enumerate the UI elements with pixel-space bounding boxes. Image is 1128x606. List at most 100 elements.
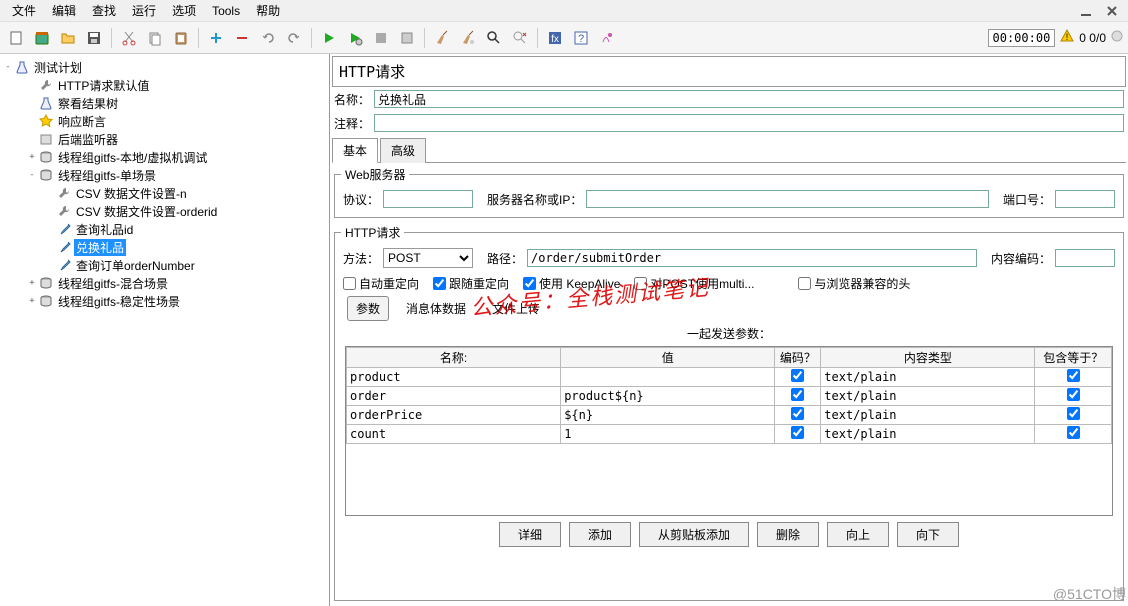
- browser-headers-check[interactable]: 与浏览器兼容的头: [798, 275, 910, 292]
- param-tab-params[interactable]: 参数: [347, 296, 389, 321]
- tree-node-6[interactable]: CSV 数据文件设置-n: [2, 184, 327, 202]
- tab-basic[interactable]: 基本: [332, 138, 378, 163]
- menu-edit[interactable]: 编辑: [44, 0, 84, 21]
- col-header[interactable]: 内容类型: [821, 348, 1035, 368]
- cell-ctype[interactable]: text/plain: [821, 425, 1035, 444]
- cell-equals[interactable]: [1035, 425, 1112, 444]
- open-icon[interactable]: [56, 26, 80, 50]
- follow-redirect-check[interactable]: 跟随重定向: [433, 275, 509, 292]
- tree-node-4[interactable]: + 线程组gitfs-本地/虚拟机调试: [2, 148, 327, 166]
- tree-node-7[interactable]: CSV 数据文件设置-orderid: [2, 202, 327, 220]
- cell-value[interactable]: ${n}: [561, 406, 775, 425]
- tree-toggle-icon[interactable]: +: [26, 152, 38, 162]
- add-clipboard-button[interactable]: 从剪贴板添加: [639, 522, 749, 547]
- cell-value[interactable]: product${n}: [561, 387, 775, 406]
- cell-value[interactable]: [561, 368, 775, 387]
- table-row[interactable]: product text/plain: [347, 368, 1112, 387]
- protocol-input[interactable]: [383, 190, 473, 208]
- undo-icon[interactable]: [256, 26, 280, 50]
- param-tab-upload[interactable]: 文件上传: [483, 296, 549, 321]
- tree-node-5[interactable]: -线程组gitfs-单场景: [2, 166, 327, 184]
- menu-run[interactable]: 运行: [124, 0, 164, 21]
- tree-node-3[interactable]: 后端监听器: [2, 130, 327, 148]
- test-plan-tree[interactable]: - 测试计划 HTTP请求默认值察看结果树响应断言后端监听器 + 线程组gitfs-…: [0, 54, 330, 606]
- broom1-icon[interactable]: [430, 26, 454, 50]
- tree-label[interactable]: 察看结果树: [56, 95, 120, 112]
- path-input[interactable]: [527, 249, 977, 267]
- menu-options[interactable]: 选项: [164, 0, 204, 21]
- new-icon[interactable]: [4, 26, 28, 50]
- keepalive-check[interactable]: 使用 KeepAlive: [523, 275, 620, 292]
- shutdown-icon[interactable]: [395, 26, 419, 50]
- cell-equals[interactable]: [1035, 387, 1112, 406]
- cell-encode[interactable]: [775, 425, 821, 444]
- table-row[interactable]: count1 text/plain: [347, 425, 1112, 444]
- tree-node-2[interactable]: 响应断言: [2, 112, 327, 130]
- tree-label[interactable]: 线程组gitfs-稳定性场景: [56, 293, 182, 310]
- cell-name[interactable]: order: [347, 387, 561, 406]
- menu-help[interactable]: 帮助: [248, 0, 288, 21]
- server-input[interactable]: [586, 190, 989, 208]
- tree-label[interactable]: 兑换礼品: [74, 239, 126, 256]
- col-header[interactable]: 名称:: [347, 348, 561, 368]
- tree-label[interactable]: HTTP请求默认值: [56, 77, 151, 94]
- params-table[interactable]: 名称:值编码？内容类型包含等于？ producttext/plainorderp…: [346, 347, 1112, 444]
- redo-icon[interactable]: [282, 26, 306, 50]
- start-noaction-icon[interactable]: [343, 26, 367, 50]
- help-icon[interactable]: ?: [569, 26, 593, 50]
- cell-value[interactable]: 1: [561, 425, 775, 444]
- delete-button[interactable]: 删除: [757, 522, 819, 547]
- cell-name[interactable]: count: [347, 425, 561, 444]
- tree-label[interactable]: 查询礼品id: [74, 221, 135, 238]
- menu-file[interactable]: 文件: [4, 0, 44, 21]
- tree-toggle-icon[interactable]: +: [26, 278, 38, 288]
- remove-icon[interactable]: [230, 26, 254, 50]
- tree-root-label[interactable]: 测试计划: [32, 59, 84, 76]
- tree-label[interactable]: 线程组gitfs-本地/虚拟机调试: [56, 149, 209, 166]
- multipart-check[interactable]: 对POST使用multi...: [634, 275, 754, 292]
- clear-search-icon[interactable]: [508, 26, 532, 50]
- cell-equals[interactable]: [1035, 368, 1112, 387]
- menu-search[interactable]: 查找: [84, 0, 124, 21]
- paste-icon[interactable]: [169, 26, 193, 50]
- add-icon[interactable]: [204, 26, 228, 50]
- cell-encode[interactable]: [775, 406, 821, 425]
- tree-label[interactable]: 后端监听器: [56, 131, 120, 148]
- col-header[interactable]: 编码？: [775, 348, 821, 368]
- minimize-icon[interactable]: [1074, 0, 1098, 23]
- col-header[interactable]: 包含等于？: [1035, 348, 1112, 368]
- down-button[interactable]: 向下: [897, 522, 959, 547]
- comment-input[interactable]: [374, 114, 1124, 132]
- cell-name[interactable]: orderPrice: [347, 406, 561, 425]
- template-icon[interactable]: [30, 26, 54, 50]
- tree-node-11[interactable]: + 线程组gitfs-混合场景: [2, 274, 327, 292]
- cell-ctype[interactable]: text/plain: [821, 368, 1035, 387]
- tree-label[interactable]: 线程组gitfs-混合场景: [56, 275, 170, 292]
- function-icon[interactable]: fx: [543, 26, 567, 50]
- add-button[interactable]: 添加: [569, 522, 631, 547]
- tree-node-8[interactable]: 查询礼品id: [2, 220, 327, 238]
- tree-collapse-icon[interactable]: -: [2, 62, 14, 72]
- encoding-input[interactable]: [1055, 249, 1115, 267]
- cut-icon[interactable]: [117, 26, 141, 50]
- cell-name[interactable]: product: [347, 368, 561, 387]
- cell-encode[interactable]: [775, 368, 821, 387]
- tree-label[interactable]: 线程组gitfs-单场景: [56, 167, 158, 184]
- start-icon[interactable]: [317, 26, 341, 50]
- tab-advanced[interactable]: 高级: [380, 138, 426, 163]
- param-tab-body[interactable]: 消息体数据: [397, 296, 475, 321]
- cell-encode[interactable]: [775, 387, 821, 406]
- table-row[interactable]: orderproduct${n}text/plain: [347, 387, 1112, 406]
- auto-redirect-check[interactable]: 自动重定向: [343, 275, 419, 292]
- tree-label[interactable]: CSV 数据文件设置-n: [74, 185, 189, 202]
- method-select[interactable]: POST: [383, 248, 473, 268]
- table-row[interactable]: orderPrice${n} text/plain: [347, 406, 1112, 425]
- cell-ctype[interactable]: text/plain: [821, 406, 1035, 425]
- tree-toggle-icon[interactable]: +: [26, 296, 38, 306]
- copy-icon[interactable]: [143, 26, 167, 50]
- col-header[interactable]: 值: [561, 348, 775, 368]
- tree-node-0[interactable]: HTTP请求默认值: [2, 76, 327, 94]
- tree-label[interactable]: CSV 数据文件设置-orderid: [74, 203, 219, 220]
- tree-node-1[interactable]: 察看结果树: [2, 94, 327, 112]
- save-icon[interactable]: [82, 26, 106, 50]
